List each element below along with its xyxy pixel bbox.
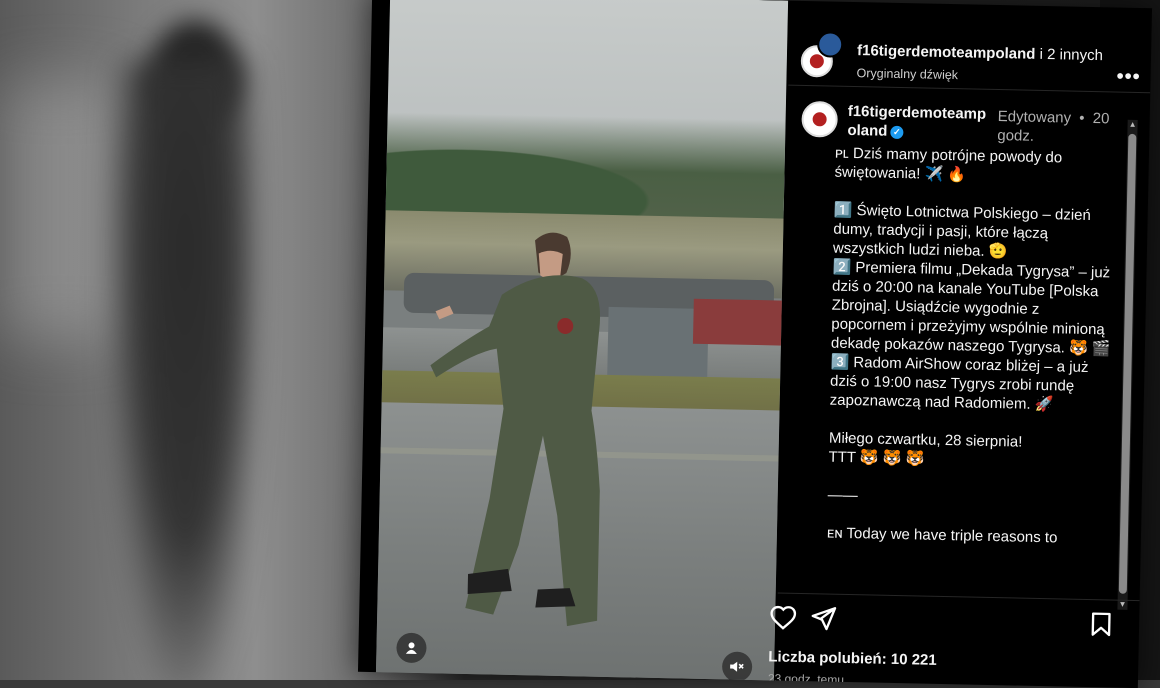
- post-authors[interactable]: f16tigerdemoteampoland i 2 innych: [857, 42, 1103, 64]
- post-time[interactable]: 23 godz. temu: [768, 671, 844, 687]
- audio-label[interactable]: Oryginalny dźwięk: [856, 66, 958, 82]
- post-modal: f16tigerdemoteampoland i 2 innych Orygin…: [357, 0, 1153, 688]
- user-tag-icon: [405, 642, 417, 654]
- more-options-button[interactable]: •••: [1116, 66, 1140, 89]
- scroll-up-arrow-icon[interactable]: ▲: [1127, 120, 1137, 130]
- post-header: f16tigerdemoteampoland i 2 innych Orygin…: [788, 14, 1152, 94]
- avatar-logo: [809, 54, 824, 69]
- collaborator-avatar[interactable]: [816, 31, 844, 58]
- meta-separator: •: [1079, 109, 1085, 127]
- post-actions: Liczba polubień: 10 221 23 godz. temu: [768, 592, 1140, 688]
- caption-avatar[interactable]: [801, 100, 839, 138]
- caption-text: ᴘʟ Dziś mamy potrójne powody do świętowa…: [826, 144, 1115, 547]
- caption-username-text[interactable]: f16tigerdemoteampoland: [847, 103, 986, 140]
- media-pilot-figure: [430, 232, 600, 627]
- caption-meta: Edytowany • 20 godz.: [997, 107, 1123, 148]
- more-horizontal-icon: •••: [1116, 65, 1141, 89]
- likes-count[interactable]: Liczba polubień: 10 221: [768, 648, 937, 669]
- background-blurred-figure: [110, 60, 260, 680]
- caption-avatar-logo: [812, 112, 827, 127]
- send-icon[interactable]: [809, 604, 838, 633]
- edited-label: Edytowany: [997, 108, 1072, 127]
- other-collaborators[interactable]: i 2 innych: [1035, 46, 1103, 64]
- background-light-area: [0, 80, 120, 340]
- heart-icon[interactable]: [769, 603, 798, 632]
- post-side-panel: f16tigerdemoteampoland i 2 innych Orygin…: [768, 1, 1152, 688]
- muted-speaker-icon: [730, 661, 744, 672]
- verified-badge-icon: ✓: [890, 125, 904, 139]
- account-name[interactable]: f16tigerdemoteampoland: [857, 42, 1036, 63]
- caption-area: f16tigerdemoteampoland ✓ Edytowany • 20 g…: [778, 91, 1135, 603]
- caption-username[interactable]: f16tigerdemoteampoland ✓: [847, 102, 988, 143]
- post-media[interactable]: [375, 0, 789, 688]
- bookmark-icon[interactable]: [1087, 610, 1116, 639]
